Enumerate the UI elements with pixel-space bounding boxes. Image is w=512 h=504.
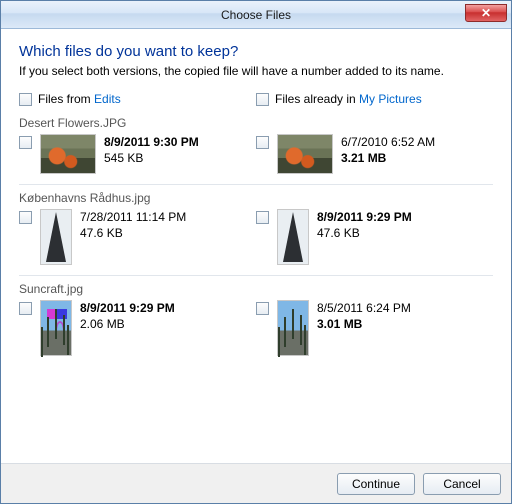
file-meta: 8/9/2011 9:29 PM 2.06 MB [80, 300, 175, 332]
file-checkbox[interactable] [19, 302, 32, 315]
file-meta: 7/28/2011 11:14 PM 47.6 KB [80, 209, 186, 241]
file-checkbox[interactable] [19, 211, 32, 224]
source-column-header: Files from Edits [19, 92, 256, 106]
file-meta: 8/9/2011 9:29 PM 47.6 KB [317, 209, 412, 241]
thumbnail-icon [277, 300, 309, 356]
cancel-button[interactable]: Cancel [423, 473, 501, 495]
thumbnail-icon [277, 209, 309, 265]
file-version-source[interactable]: 7/28/2011 11:14 PM 47.6 KB [19, 209, 256, 265]
source-label: Files from Edits [38, 92, 121, 106]
file-size: 3.21 MB [341, 150, 435, 166]
source-prefix: Files from [38, 92, 94, 106]
select-all-dest-checkbox[interactable] [256, 93, 269, 106]
file-meta: 6/7/2010 6:52 AM 3.21 MB [341, 134, 435, 166]
file-size: 47.6 KB [317, 225, 412, 241]
file-group-name: Desert Flowers.JPG [19, 116, 493, 130]
thumbnail-icon [40, 209, 72, 265]
thumbnail-icon [277, 134, 333, 174]
titlebar: Choose Files ✕ [1, 1, 511, 29]
file-row: 7/28/2011 11:14 PM 47.6 KB 8/9/2011 9:29… [19, 209, 493, 276]
file-checkbox[interactable] [256, 136, 269, 149]
file-row: 8/9/2011 9:29 PM 2.06 MB 8/5/2011 6:24 P… [19, 300, 493, 366]
file-version-dest[interactable]: 6/7/2010 6:52 AM 3.21 MB [256, 134, 493, 174]
file-date: 8/5/2011 6:24 PM [317, 300, 411, 316]
file-size: 2.06 MB [80, 316, 175, 332]
file-version-source[interactable]: 8/9/2011 9:30 PM 545 KB [19, 134, 256, 174]
file-row: 8/9/2011 9:30 PM 545 KB 6/7/2010 6:52 AM… [19, 134, 493, 185]
dest-label: Files already in My Pictures [275, 92, 422, 106]
file-checkbox[interactable] [19, 136, 32, 149]
continue-button[interactable]: Continue [337, 473, 415, 495]
file-date: 8/9/2011 9:29 PM [317, 209, 412, 225]
dest-link[interactable]: My Pictures [359, 92, 422, 106]
file-date: 7/28/2011 11:14 PM [80, 209, 186, 225]
file-size: 47.6 KB [80, 225, 186, 241]
file-version-dest[interactable]: 8/9/2011 9:29 PM 47.6 KB [256, 209, 493, 265]
file-date: 6/7/2010 6:52 AM [341, 134, 435, 150]
file-checkbox[interactable] [256, 302, 269, 315]
source-link[interactable]: Edits [94, 92, 121, 106]
close-button[interactable]: ✕ [465, 4, 507, 22]
select-all-source-checkbox[interactable] [19, 93, 32, 106]
page-heading: Which files do you want to keep? [19, 43, 493, 60]
file-size: 3.01 MB [317, 316, 411, 332]
thumbnail-icon [40, 134, 96, 174]
close-icon: ✕ [481, 6, 491, 20]
file-meta: 8/9/2011 9:30 PM 545 KB [104, 134, 199, 166]
column-header-checks: Files from Edits Files already in My Pic… [19, 92, 493, 106]
file-size: 545 KB [104, 150, 199, 166]
dest-column-header: Files already in My Pictures [256, 92, 493, 106]
file-version-source[interactable]: 8/9/2011 9:29 PM 2.06 MB [19, 300, 256, 356]
thumbnail-icon [40, 300, 72, 356]
file-date: 8/9/2011 9:30 PM [104, 134, 199, 150]
file-date: 8/9/2011 9:29 PM [80, 300, 175, 316]
page-subline: If you select both versions, the copied … [19, 64, 493, 78]
file-group-name: Suncraft.jpg [19, 282, 493, 296]
dialog-content: Which files do you want to keep? If you … [1, 29, 511, 463]
dialog-window: Choose Files ✕ Which files do you want t… [0, 0, 512, 504]
dest-prefix: Files already in [275, 92, 359, 106]
file-group-name: Københavns Rådhus.jpg [19, 191, 493, 205]
file-version-dest[interactable]: 8/5/2011 6:24 PM 3.01 MB [256, 300, 493, 356]
file-meta: 8/5/2011 6:24 PM 3.01 MB [317, 300, 411, 332]
dialog-footer: Continue Cancel [1, 463, 511, 503]
window-title: Choose Files [1, 8, 511, 22]
file-checkbox[interactable] [256, 211, 269, 224]
